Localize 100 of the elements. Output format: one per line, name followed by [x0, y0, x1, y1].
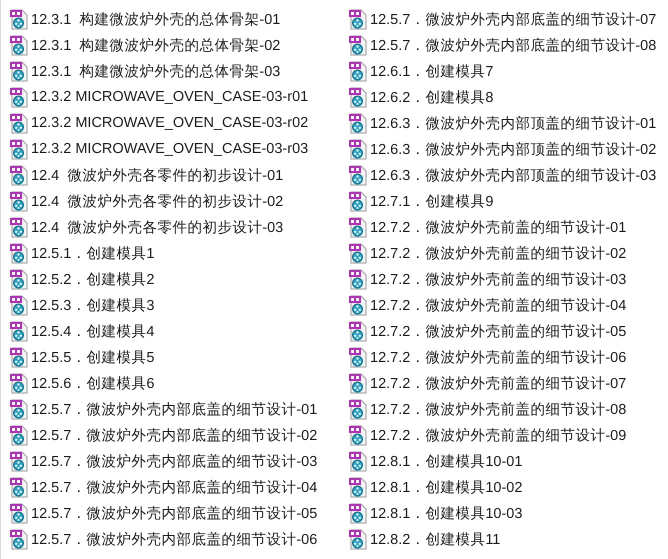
file-item[interactable]: 12.8.1．创建模具10-02	[348, 474, 522, 500]
file-item[interactable]: 12.6.1．创建模具7	[348, 58, 494, 84]
file-item[interactable]: 12.8.2．创建模具11	[348, 526, 500, 552]
file-name: 12.5.4．创建模具4	[31, 322, 154, 340]
video-file-icon	[348, 164, 367, 186]
file-item[interactable]: 12.4 微波炉外壳各零件的初步设计-03	[9, 214, 284, 240]
video-file-icon	[9, 346, 28, 368]
file-name: 12.4 微波炉外壳各零件的初步设计-02	[31, 192, 284, 210]
file-item[interactable]: 12.7.2．微波炉外壳前盖的细节设计-07	[348, 370, 626, 396]
file-item[interactable]: 12.4 微波炉外壳各零件的初步设计-02	[9, 188, 284, 214]
file-name: 12.7.2．微波炉外壳前盖的细节设计-02	[370, 244, 626, 262]
file-item[interactable]: 12.5.7．微波炉外壳内部底盖的细节设计-02	[9, 422, 318, 448]
file-item[interactable]: 12.7.2．微波炉外壳前盖的细节设计-01	[348, 214, 626, 240]
file-item[interactable]: 12.7.2．微波炉外壳前盖的细节设计-03	[348, 266, 626, 292]
file-name: 12.7.2．微波炉外壳前盖的细节设计-08	[370, 400, 626, 418]
file-item[interactable]: 12.7.2．微波炉外壳前盖的细节设计-08	[348, 396, 626, 422]
video-file-icon	[9, 450, 28, 472]
video-file-icon	[9, 372, 28, 394]
video-file-icon	[9, 424, 28, 446]
file-item[interactable]: 12.3.2 MICROWAVE_OVEN_CASE-03-r01	[9, 84, 308, 110]
video-file-icon	[348, 268, 367, 290]
video-file-icon	[348, 424, 367, 446]
file-item[interactable]: 12.3.1 构建微波炉外壳的总体骨架-01	[9, 6, 280, 32]
file-item[interactable]: 12.5.3．创建模具3	[9, 292, 154, 318]
video-file-icon	[9, 164, 28, 186]
file-name: 12.3.1 构建微波炉外壳的总体骨架-03	[31, 62, 280, 80]
video-file-icon	[9, 138, 28, 160]
video-file-icon	[348, 34, 367, 56]
file-item[interactable]: 12.5.5．创建模具5	[9, 344, 154, 370]
file-item[interactable]: 12.5.2．创建模具2	[9, 266, 154, 292]
file-item[interactable]: 12.6.2．创建模具8	[348, 84, 494, 110]
file-item[interactable]: 12.6.3．微波炉外壳内部顶盖的细节设计-03	[348, 162, 656, 188]
file-name: 12.8.1．创建模具10-03	[370, 504, 522, 522]
file-name: 12.5.7．微波炉外壳内部底盖的细节设计-06	[31, 530, 318, 548]
video-file-icon	[348, 8, 367, 30]
file-item[interactable]: 12.5.7．微波炉外壳内部底盖的细节设计-05	[9, 500, 318, 526]
file-item[interactable]: 12.5.1．创建模具1	[9, 240, 154, 266]
file-name: 12.5.7．微波炉外壳内部底盖的细节设计-05	[31, 504, 318, 522]
file-item[interactable]: 12.5.7．微波炉外壳内部底盖的细节设计-04	[9, 474, 318, 500]
file-item[interactable]: 12.7.2．微波炉外壳前盖的细节设计-04	[348, 292, 626, 318]
video-file-icon	[348, 294, 367, 316]
file-item[interactable]: 12.5.4．创建模具4	[9, 318, 154, 344]
file-item[interactable]: 12.5.7．微波炉外壳内部底盖的细节设计-06	[9, 526, 318, 552]
video-file-icon	[348, 112, 367, 134]
file-item[interactable]: 12.3.2 MICROWAVE_OVEN_CASE-03-r02	[9, 110, 308, 136]
file-name: 12.5.7．微波炉外壳内部底盖的细节设计-03	[31, 452, 318, 470]
video-file-icon	[348, 476, 367, 498]
video-file-icon	[9, 398, 28, 420]
file-item[interactable]: 12.6.3．微波炉外壳内部顶盖的细节设计-01	[348, 110, 656, 136]
file-name: 12.6.1．创建模具7	[370, 62, 494, 80]
file-item[interactable]: 12.5.7．微波炉外壳内部底盖的细节设计-03	[9, 448, 318, 474]
video-file-icon	[348, 216, 367, 238]
video-file-icon	[9, 528, 28, 550]
video-file-icon	[9, 112, 28, 134]
file-item[interactable]: 12.3.2 MICROWAVE_OVEN_CASE-03-r03	[9, 136, 308, 162]
video-file-icon	[9, 242, 28, 264]
file-name: 12.5.7．微波炉外壳内部底盖的细节设计-08	[370, 36, 656, 54]
video-file-icon	[9, 8, 28, 30]
file-name: 12.7.2．微波炉外壳前盖的细节设计-07	[370, 374, 626, 392]
video-file-icon	[348, 242, 367, 264]
video-file-icon	[348, 190, 367, 212]
file-name: 12.5.7．微波炉外壳内部底盖的细节设计-07	[370, 10, 656, 28]
file-item[interactable]: 12.8.1．创建模具10-03	[348, 500, 522, 526]
file-name: 12.4 微波炉外壳各零件的初步设计-03	[31, 218, 284, 236]
file-name: 12.3.1 构建微波炉外壳的总体骨架-02	[31, 36, 280, 54]
file-item[interactable]: 12.5.6．创建模具6	[9, 370, 154, 396]
file-name: 12.7.2．微波炉外壳前盖的细节设计-06	[370, 348, 626, 366]
file-name: 12.3.2 MICROWAVE_OVEN_CASE-03-r01	[31, 89, 308, 105]
file-name: 12.3.1 构建微波炉外壳的总体骨架-01	[31, 10, 280, 28]
file-item[interactable]: 12.7.2．微波炉外壳前盖的细节设计-05	[348, 318, 626, 344]
file-name: 12.5.7．微波炉外壳内部底盖的细节设计-01	[31, 400, 318, 418]
file-item[interactable]: 12.5.7．微波炉外壳内部底盖的细节设计-07	[348, 6, 656, 32]
video-file-icon	[9, 60, 28, 82]
file-name: 12.3.2 MICROWAVE_OVEN_CASE-03-r03	[31, 141, 308, 157]
video-file-icon	[9, 268, 28, 290]
file-item[interactable]: 12.7.2．微波炉外壳前盖的细节设计-09	[348, 422, 626, 448]
file-name: 12.8.1．创建模具10-01	[370, 452, 522, 470]
file-item[interactable]: 12.8.1．创建模具10-01	[348, 448, 522, 474]
video-file-icon	[348, 502, 367, 524]
file-name: 12.6.3．微波炉外壳内部顶盖的细节设计-03	[370, 166, 656, 184]
video-file-icon	[9, 320, 28, 342]
file-name: 12.7.1．创建模具9	[370, 192, 494, 210]
file-item[interactable]: 12.7.1．创建模具9	[348, 188, 494, 214]
file-name: 12.8.2．创建模具11	[370, 530, 500, 548]
file-item[interactable]: 12.6.3．微波炉外壳内部顶盖的细节设计-02	[348, 136, 656, 162]
file-item[interactable]: 12.5.7．微波炉外壳内部底盖的细节设计-01	[9, 396, 318, 422]
file-item[interactable]: 12.3.1 构建微波炉外壳的总体骨架-02	[9, 32, 280, 58]
file-item[interactable]: 12.5.7．微波炉外壳内部底盖的细节设计-08	[348, 32, 656, 58]
file-item[interactable]: 12.4 微波炉外壳各零件的初步设计-01	[9, 162, 284, 188]
file-name: 12.6.3．微波炉外壳内部顶盖的细节设计-02	[370, 140, 656, 158]
file-item[interactable]: 12.7.2．微波炉外壳前盖的细节设计-02	[348, 240, 626, 266]
video-file-icon	[9, 502, 28, 524]
file-name: 12.8.1．创建模具10-02	[370, 478, 522, 496]
video-file-icon	[9, 190, 28, 212]
video-file-icon	[348, 86, 367, 108]
file-name: 12.7.2．微波炉外壳前盖的细节设计-04	[370, 296, 626, 314]
video-file-icon	[9, 86, 28, 108]
file-item[interactable]: 12.7.2．微波炉外壳前盖的细节设计-06	[348, 344, 626, 370]
file-item[interactable]: 12.3.1 构建微波炉外壳的总体骨架-03	[9, 58, 280, 84]
file-name: 12.7.2．微波炉外壳前盖的细节设计-05	[370, 322, 626, 340]
